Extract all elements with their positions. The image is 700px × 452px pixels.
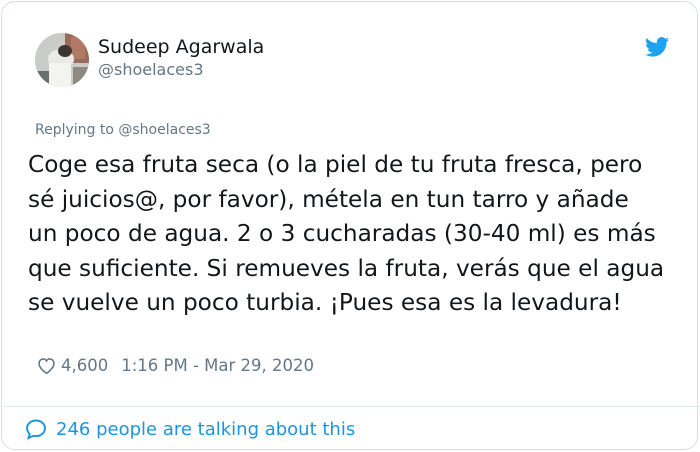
heart-icon[interactable]	[36, 355, 57, 376]
divider	[3, 406, 700, 407]
tweet-meta: 4,600 1:16 PM - Mar 29, 2020	[36, 353, 314, 377]
tweet-timestamp[interactable]: 1:16 PM - Mar 29, 2020	[121, 356, 314, 375]
twitter-bird-icon[interactable]	[645, 37, 669, 57]
conversation-count-label[interactable]: 246 people are talking about this	[56, 419, 355, 440]
like-count[interactable]: 4,600	[61, 356, 108, 375]
speech-bubble-icon	[26, 419, 46, 440]
avatar-photo	[35, 33, 89, 87]
tweet-card: Sudeep Agarwala @shoelaces3 Replying to …	[1, 1, 700, 450]
author-display-name[interactable]: Sudeep Agarwala	[98, 36, 264, 58]
avatar[interactable]	[35, 33, 89, 87]
tweet-text: Coge esa fruta seca (o la piel de tu fru…	[28, 151, 665, 316]
author-handle[interactable]: @shoelaces3	[98, 60, 204, 79]
replying-to-label[interactable]: Replying to @shoelaces3	[35, 122, 211, 138]
conversation-link[interactable]: 246 people are talking about this	[24, 415, 355, 443]
